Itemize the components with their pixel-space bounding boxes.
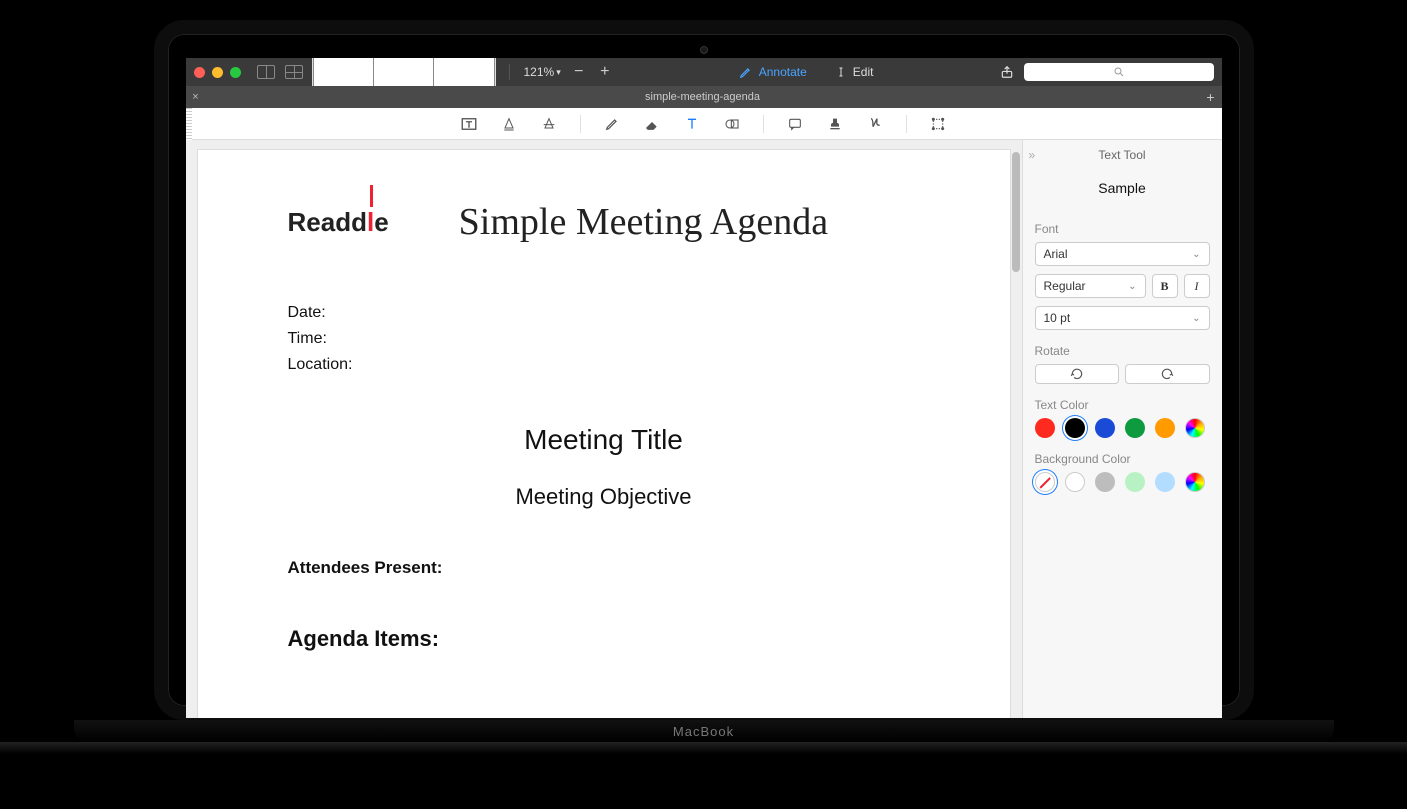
share-icon — [1000, 65, 1014, 79]
font-family-value: Arial — [1044, 247, 1068, 261]
underline-tool[interactable] — [500, 115, 518, 133]
tab-title[interactable]: simple-meeting-agenda — [206, 91, 1200, 103]
search-icon — [1113, 66, 1125, 78]
text-box-tool[interactable] — [460, 115, 478, 133]
text-color-swatch[interactable] — [1035, 418, 1055, 438]
color-picker-button[interactable] — [1185, 418, 1205, 438]
font-style-select[interactable]: Regular ⌄ — [1035, 274, 1146, 298]
location-field-label: Location: — [288, 356, 920, 374]
edit-mode-button[interactable]: Edit — [835, 65, 874, 79]
laptop-base — [0, 742, 1407, 754]
meeting-objective-heading: Meeting Objective — [288, 484, 920, 510]
rotate-section-label: Rotate — [1035, 344, 1210, 358]
chevron-down-icon: ⌄ — [1128, 281, 1136, 292]
meeting-title-heading: Meeting Title — [288, 424, 920, 456]
agenda-items-label: Agenda Items: — [288, 626, 920, 652]
shape-tool[interactable] — [723, 115, 741, 133]
font-style-value: Regular — [1044, 279, 1086, 293]
rotate-ccw-button[interactable] — [1035, 364, 1120, 384]
rotate-cw-button[interactable] — [1125, 364, 1210, 384]
thumbnails-view-button[interactable] — [285, 65, 303, 79]
annotation-toolbar — [186, 108, 1222, 140]
bg-color-swatch[interactable] — [1155, 472, 1175, 492]
zoom-in-button[interactable]: + — [597, 64, 613, 80]
inspector-sample-text: Sample — [1035, 180, 1210, 196]
window-minimize-button[interactable] — [212, 67, 223, 78]
laptop-hinge: MacBook — [74, 720, 1334, 742]
text-color-swatch[interactable] — [1155, 418, 1175, 438]
signature-tool[interactable] — [866, 115, 884, 133]
stamp-tool[interactable] — [826, 115, 844, 133]
eraser-tool[interactable] — [643, 115, 661, 133]
new-tab-button[interactable]: + — [1200, 89, 1222, 105]
bg-color-label: Background Color — [1035, 452, 1210, 466]
laptop-camera — [700, 46, 708, 54]
pen-icon — [739, 65, 753, 79]
note-tool[interactable] — [786, 115, 804, 133]
color-picker-button[interactable] — [1185, 472, 1205, 492]
font-section-label: Font — [1035, 222, 1210, 236]
bg-color-swatch[interactable] — [1035, 472, 1055, 492]
text-color-swatch[interactable] — [1065, 418, 1085, 438]
font-size-select[interactable]: 10 pt ⌄ — [1035, 306, 1210, 330]
bg-color-swatches — [1035, 472, 1210, 492]
strikethrough-tool[interactable] — [540, 115, 558, 133]
italic-button[interactable]: I — [1184, 274, 1210, 298]
pen-tool[interactable] — [603, 115, 621, 133]
bold-button[interactable]: B — [1152, 274, 1178, 298]
inspector-panel: » Text Tool Sample Font Arial ⌄ Regular … — [1022, 140, 1222, 718]
page-thumbnail-handle[interactable] — [186, 108, 192, 140]
inspector-title: Text Tool — [1035, 148, 1210, 162]
annotate-mode-button[interactable]: Annotate — [739, 65, 807, 79]
window-close-button[interactable] — [194, 67, 205, 78]
toolbar-separator — [580, 115, 581, 133]
app-window: 121% ▾ − + Annotate Edit — [186, 58, 1222, 718]
toolbar-separator — [763, 115, 764, 133]
laptop-brand-label: MacBook — [673, 724, 734, 739]
text-cursor-icon — [835, 65, 847, 79]
window-traffic-lights — [194, 67, 241, 78]
window-toolbar: 121% ▾ − + Annotate Edit — [186, 58, 1222, 86]
date-field-label: Date: — [288, 304, 920, 322]
tab-bar: × simple-meeting-agenda + — [186, 86, 1222, 108]
zoom-value: 121% — [524, 65, 555, 79]
annotate-label: Annotate — [759, 65, 807, 79]
select-tool[interactable] — [929, 115, 947, 133]
font-family-select[interactable]: Arial ⌄ — [1035, 242, 1210, 266]
rotate-cw-icon — [1160, 367, 1174, 381]
inspector-collapse-button[interactable]: » — [1029, 148, 1036, 162]
sidebar-toggle-button[interactable] — [257, 65, 275, 79]
toolbar-separator — [509, 64, 510, 80]
bg-color-swatch[interactable] — [1065, 472, 1085, 492]
font-size-value: 10 pt — [1044, 311, 1071, 325]
bg-color-swatch[interactable] — [1095, 472, 1115, 492]
text-color-label: Text Color — [1035, 398, 1210, 412]
text-color-swatches — [1035, 418, 1210, 438]
text-color-swatch[interactable] — [1095, 418, 1115, 438]
chevron-down-icon: ⌄ — [1192, 249, 1200, 260]
tab-close-button[interactable]: × — [186, 91, 206, 103]
attendees-label: Attendees Present: — [288, 558, 920, 578]
search-input[interactable] — [1024, 63, 1214, 81]
document-page: Readdle Simple Meeting Agenda Date: Time… — [198, 150, 1010, 718]
share-button[interactable] — [1000, 65, 1014, 79]
text-color-swatch[interactable] — [1125, 418, 1145, 438]
vertical-scrollbar[interactable] — [1012, 152, 1020, 272]
time-field-label: Time: — [288, 330, 920, 348]
chevron-down-icon: ⌄ — [1192, 313, 1200, 324]
edit-label: Edit — [853, 65, 874, 79]
chevron-down-icon: ▾ — [556, 67, 561, 78]
zoom-out-button[interactable]: − — [571, 64, 587, 80]
bg-color-swatch[interactable] — [1125, 472, 1145, 492]
document-title: Simple Meeting Agenda — [459, 200, 828, 244]
zoom-dropdown[interactable]: 121% ▾ — [524, 65, 561, 79]
document-canvas[interactable]: Readdle Simple Meeting Agenda Date: Time… — [186, 140, 1022, 718]
text-tool[interactable] — [683, 115, 701, 133]
rotate-ccw-icon — [1070, 367, 1084, 381]
readdle-logo: Readdle — [288, 207, 389, 238]
window-zoom-button[interactable] — [230, 67, 241, 78]
toolbar-separator — [906, 115, 907, 133]
